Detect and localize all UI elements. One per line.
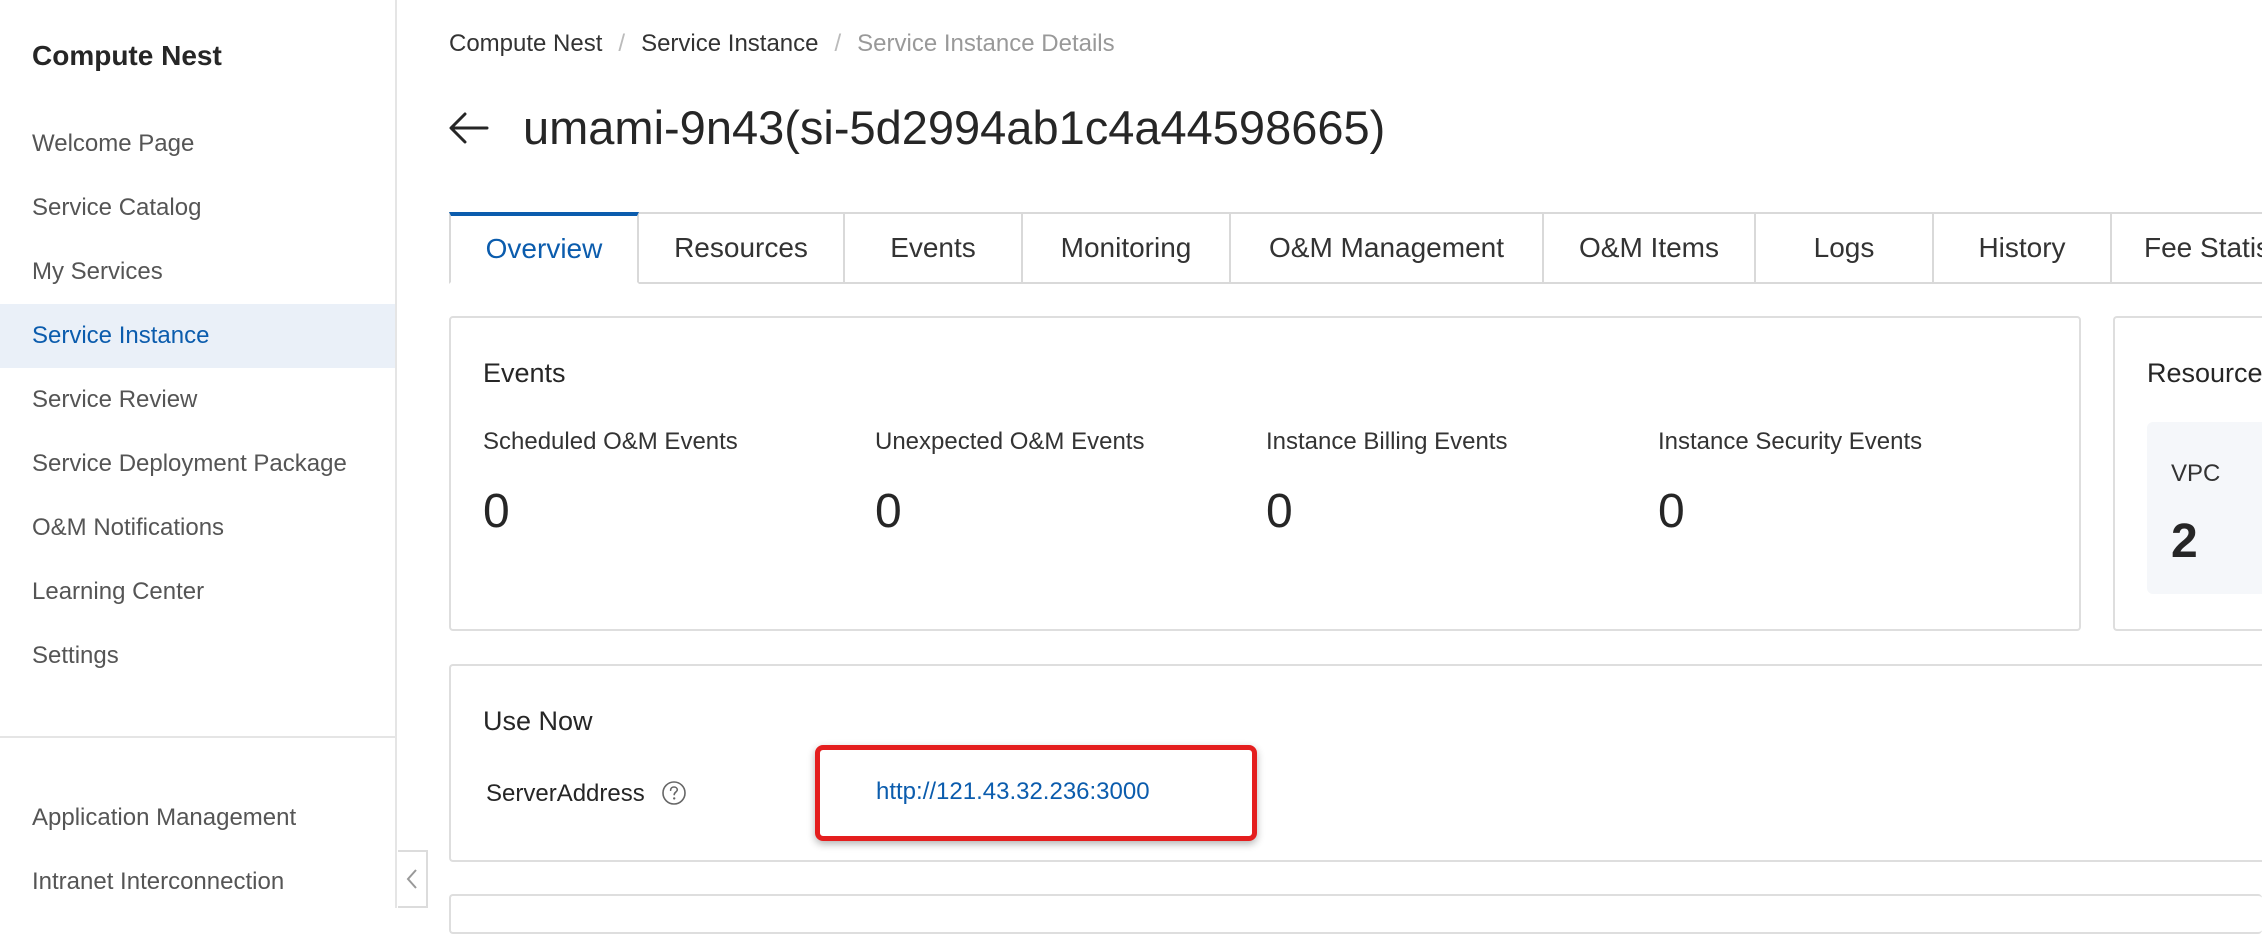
vpc-count: 2 bbox=[2171, 515, 2198, 568]
breadcrumb-current: Service Instance Details bbox=[857, 30, 1115, 57]
sidebar-item-settings[interactable]: Settings bbox=[0, 624, 395, 688]
unexpected-om-events-label: Unexpected O&M Events bbox=[875, 428, 1145, 455]
breadcrumb-compute-nest[interactable]: Compute Nest bbox=[449, 30, 602, 57]
tab-overview[interactable]: Overview bbox=[449, 212, 639, 284]
sidebar-item-application-management[interactable]: Application Management bbox=[0, 786, 395, 850]
breadcrumb: Compute Nest / Service Instance / Service In… bbox=[449, 30, 1115, 58]
events-card: Events Scheduled O&M Events 0 Unexpected… bbox=[449, 316, 2081, 631]
instance-billing-events-value: 0 bbox=[1266, 485, 1293, 538]
sidebar-item-learning-center[interactable]: Learning Center bbox=[0, 560, 395, 624]
instance-billing-events-label: Instance Billing Events bbox=[1266, 428, 1508, 455]
tab-monitoring[interactable]: Monitoring bbox=[1023, 212, 1231, 284]
instance-security-events-value: 0 bbox=[1658, 485, 1685, 538]
resources-card-title: Resource bbox=[2147, 358, 2262, 388]
server-address-label: ServerAddress bbox=[486, 780, 645, 807]
sidebar-item-service-deployment-package[interactable]: Service Deployment Package bbox=[0, 432, 395, 496]
instance-security-events-label: Instance Security Events bbox=[1658, 428, 1923, 455]
use-now-card-title: Use Now bbox=[483, 706, 593, 736]
arrow-left-icon bbox=[449, 112, 489, 144]
back-button[interactable] bbox=[447, 106, 491, 150]
sidebar-item-service-instance[interactable]: Service Instance bbox=[0, 304, 395, 368]
tab-resources[interactable]: Resources bbox=[639, 212, 845, 284]
sidebar-item-my-services[interactable]: My Services bbox=[0, 240, 395, 304]
sidebar-item-service-review[interactable]: Service Review bbox=[0, 368, 395, 432]
sidebar-divider bbox=[0, 736, 395, 738]
sidebar-item-welcome-page[interactable]: Welcome Page bbox=[0, 112, 395, 176]
tab-om-items[interactable]: O&M Items bbox=[1544, 212, 1756, 284]
sidebar: Compute Nest Welcome Page Service Catalo… bbox=[0, 0, 397, 908]
vpc-resource-tile[interactable]: VPC 2 bbox=[2147, 422, 2262, 594]
page-title: umami-9n43(si-5d2994ab1c4a44598665) bbox=[523, 101, 1386, 154]
resources-card: Resource VPC 2 bbox=[2113, 316, 2262, 631]
product-title: Compute Nest bbox=[32, 40, 222, 71]
tab-logs[interactable]: Logs bbox=[1756, 212, 1934, 284]
vpc-label: VPC bbox=[2171, 460, 2221, 487]
unexpected-om-events-value: 0 bbox=[875, 485, 902, 538]
events-card-title: Events bbox=[483, 358, 566, 388]
tab-om-management[interactable]: O&M Management bbox=[1231, 212, 1544, 284]
chevron-left-icon bbox=[406, 869, 417, 889]
sidebar-item-om-notifications[interactable]: O&M Notifications bbox=[0, 496, 395, 560]
tab-history[interactable]: History bbox=[1934, 212, 2112, 284]
use-now-card: Use Now ServerAddress bbox=[449, 664, 2262, 862]
tab-events[interactable]: Events bbox=[845, 212, 1023, 284]
breadcrumb-separator: / bbox=[618, 30, 626, 57]
scheduled-om-events-value: 0 bbox=[483, 485, 510, 538]
question-circle-icon[interactable] bbox=[661, 780, 687, 806]
sidebar-collapse-button[interactable] bbox=[398, 850, 428, 908]
tab-fee-statistics[interactable]: Fee Statis bbox=[2112, 212, 2262, 284]
server-address-link[interactable]: http://121.43.32.236:3000 bbox=[876, 778, 1150, 806]
breadcrumb-service-instance[interactable]: Service Instance bbox=[641, 30, 818, 57]
sidebar-item-service-catalog[interactable]: Service Catalog bbox=[0, 176, 395, 240]
tab-bar: Overview Resources Events Monitoring O&M… bbox=[449, 212, 2262, 284]
scheduled-om-events-label: Scheduled O&M Events bbox=[483, 428, 738, 455]
next-card-edge bbox=[449, 894, 2262, 934]
breadcrumb-separator: / bbox=[834, 30, 842, 57]
sidebar-item-intranet-interconnection[interactable]: Intranet Interconnection bbox=[0, 850, 395, 914]
